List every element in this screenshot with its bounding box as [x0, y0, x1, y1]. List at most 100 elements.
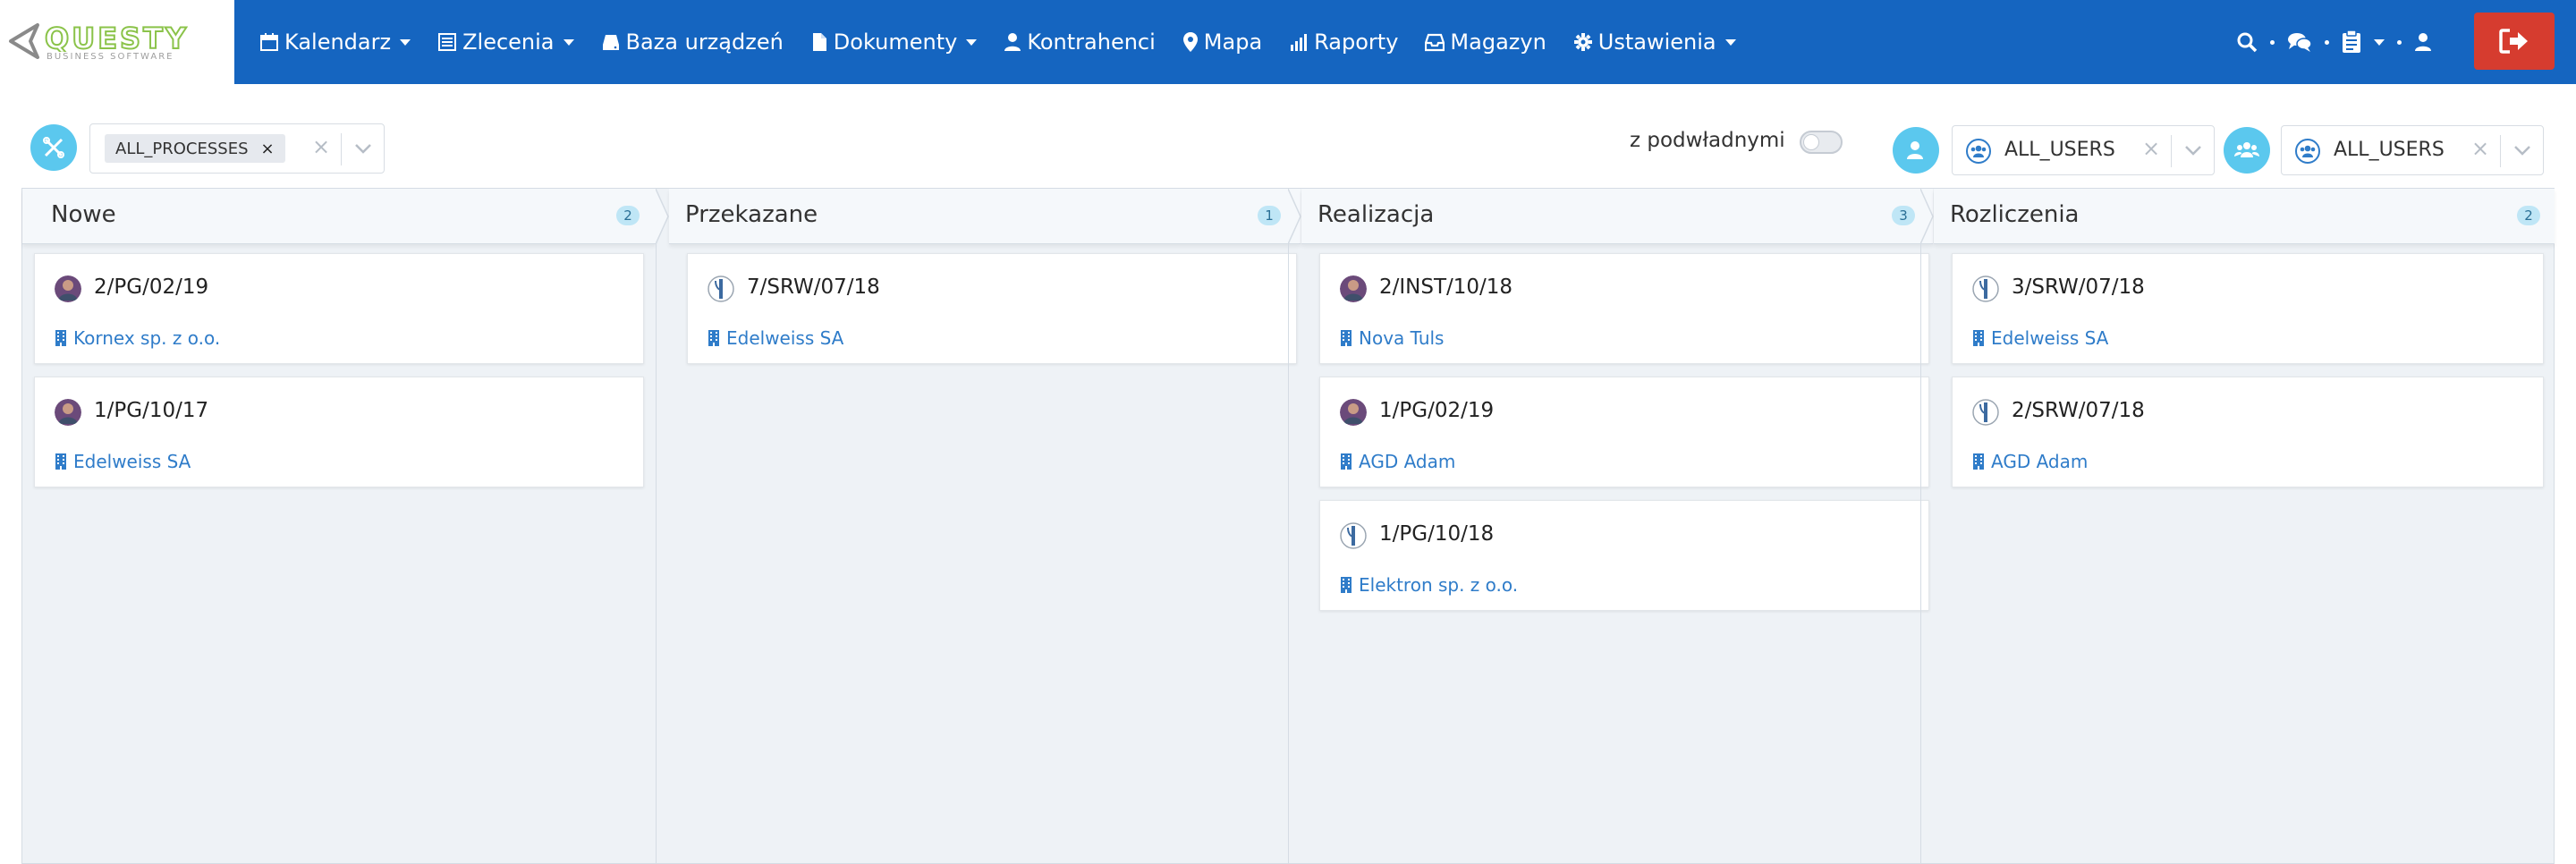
logout-button[interactable]: [2474, 13, 2555, 70]
order-card[interactable]: 1/PG/02/19 AGD Adam: [1319, 377, 1929, 487]
nav-raporty[interactable]: Raporty: [1289, 30, 1398, 55]
order-card[interactable]: 2/PG/02/19 Kornex sp. z o.o.: [34, 253, 644, 364]
building-icon: [1340, 576, 1352, 594]
list-icon: [437, 32, 457, 52]
kanban-board: Nowe 2 2/PG/02/19 Kornex sp. z o.o. 1/PG…: [21, 188, 2555, 864]
nav-kontrahenci[interactable]: Kontrahenci: [1004, 30, 1156, 55]
building-icon: [55, 453, 67, 470]
client-name: AGD Adam: [1991, 451, 2089, 472]
separator-dot: [2397, 39, 2402, 45]
map-marker-icon: [1182, 31, 1199, 53]
comments-icon[interactable]: [2287, 31, 2312, 53]
user-profile-icon[interactable]: [2414, 32, 2432, 52]
toggle-knob: [1803, 134, 1819, 150]
column-title: Nowe: [51, 201, 116, 228]
nav-label: Zlecenia: [462, 30, 555, 55]
count-badge: 2: [2517, 206, 2540, 225]
nav-zlecenia[interactable]: Zlecenia: [437, 30, 574, 55]
remove-chip-icon[interactable]: ×: [261, 140, 275, 158]
column-rozliczenia: Rozliczenia 2 3/SRW/07/18 Edelweiss SA 2…: [1921, 189, 2555, 864]
order-number: 7/SRW/07/18: [747, 275, 880, 299]
process-chip: ALL_PROCESSES ×: [105, 134, 285, 163]
hdd-icon: [601, 32, 621, 52]
avatar: [55, 399, 81, 426]
main-menu: Kalendarz Zlecenia Baza urządzeń Dokumen…: [259, 0, 1763, 84]
order-number: 1/PG/02/19: [1379, 399, 1495, 422]
building-icon: [55, 329, 67, 347]
client-link[interactable]: Edelweiss SA: [55, 451, 191, 472]
column-header: Przekazane 1: [669, 189, 1301, 244]
client-link[interactable]: Edelweiss SA: [1972, 327, 2108, 349]
subordinates-label: z podwładnymi: [1630, 129, 1785, 152]
count-badge: 3: [1892, 206, 1915, 225]
caret-down-icon[interactable]: [2374, 38, 2385, 46]
calendar-icon: [259, 32, 279, 52]
order-number: 2/SRW/07/18: [2012, 399, 2145, 422]
client-name: Kornex sp. z o.o.: [73, 327, 221, 349]
nav-magazyn[interactable]: Magazyn: [1425, 30, 1546, 55]
user-filter-button[interactable]: [1893, 127, 1939, 174]
clipboard-icon[interactable]: [2342, 30, 2361, 54]
header-tools: [2236, 0, 2445, 84]
nav-dokumenty[interactable]: Dokumenty: [810, 30, 978, 55]
order-card[interactable]: 1/PG/10/18 Elektron sp. z o.o.: [1319, 500, 1929, 611]
chevron-down-icon[interactable]: [2183, 142, 2203, 158]
avatar: [708, 275, 734, 302]
logo-icon: [9, 23, 39, 59]
users-icon: [1966, 139, 1991, 164]
order-card[interactable]: 1/PG/10/17 Edelweiss SA: [34, 377, 644, 487]
client-name: Edelweiss SA: [1991, 327, 2109, 349]
building-icon: [1972, 453, 1985, 470]
avatar: [1972, 275, 1999, 302]
separator-dot: [2270, 39, 2275, 45]
nav-baza-urzadzen[interactable]: Baza urządzeń: [601, 30, 784, 55]
order-card[interactable]: 2/SRW/07/18 AGD Adam: [1952, 377, 2544, 487]
avatar: [1340, 522, 1367, 549]
user-select-1-value: ALL_USERS: [2004, 139, 2115, 161]
building-icon: [1972, 329, 1985, 347]
client-name: Edelweiss SA: [726, 327, 844, 349]
filter-bar: ALL_PROCESSES × × z podwładnymi ALL_USER…: [0, 84, 2576, 188]
group-filter-button[interactable]: [2224, 127, 2270, 174]
top-navbar: QUESTY BUSINESS SOFTWARE Kalendarz Zlece…: [0, 0, 2576, 84]
column-nowe: Nowe 2 2/PG/02/19 Kornex sp. z o.o. 1/PG…: [22, 189, 656, 864]
client-link[interactable]: AGD Adam: [1340, 451, 1455, 472]
nav-ustawienia[interactable]: Ustawienia: [1573, 30, 1736, 55]
chevron-down-icon[interactable]: [353, 140, 373, 157]
logo[interactable]: QUESTY BUSINESS SOFTWARE: [0, 0, 234, 84]
process-filter-button[interactable]: [30, 124, 77, 171]
nav-label: Mapa: [1203, 30, 1263, 55]
order-card[interactable]: 7/SRW/07/18 Edelweiss SA: [687, 253, 1297, 364]
client-link[interactable]: Elektron sp. z o.o.: [1340, 574, 1518, 596]
process-select[interactable]: ALL_PROCESSES × ×: [89, 123, 385, 174]
order-card[interactable]: 2/INST/10/18 Nova Tuls: [1319, 253, 1929, 364]
search-icon[interactable]: [2236, 31, 2258, 53]
user-edit-icon: [1907, 141, 1923, 159]
order-number: 2/INST/10/18: [1379, 275, 1513, 299]
order-card[interactable]: 3/SRW/07/18 Edelweiss SA: [1952, 253, 2544, 364]
column-header: Rozliczenia 2: [1934, 189, 2555, 244]
clear-icon[interactable]: ×: [2142, 136, 2160, 161]
client-name: Edelweiss SA: [73, 451, 191, 472]
clear-icon[interactable]: ×: [312, 134, 330, 159]
subordinates-toggle[interactable]: [1800, 131, 1843, 154]
nav-mapa[interactable]: Mapa: [1182, 30, 1262, 55]
avatar: [1972, 399, 1999, 426]
chevron-down-icon[interactable]: [2512, 142, 2532, 158]
users-icon: [2295, 139, 2320, 164]
column-realizacja: Realizacja 3 2/INST/10/18 Nova Tuls 1/PG…: [1289, 189, 1933, 864]
client-link[interactable]: Edelweiss SA: [708, 327, 843, 349]
user-select-2[interactable]: ALL_USERS ×: [2281, 125, 2544, 175]
user-select-1[interactable]: ALL_USERS ×: [1952, 125, 2215, 175]
nav-kalendarz[interactable]: Kalendarz: [259, 30, 411, 55]
clear-icon[interactable]: ×: [2471, 136, 2489, 161]
logo-subtitle: BUSINESS SOFTWARE: [47, 52, 174, 62]
client-link[interactable]: Kornex sp. z o.o.: [55, 327, 220, 349]
nav-label: Ustawienia: [1597, 30, 1716, 55]
building-icon: [1340, 329, 1352, 347]
client-link[interactable]: AGD Adam: [1972, 451, 2088, 472]
building-icon: [708, 329, 720, 347]
client-link[interactable]: Nova Tuls: [1340, 327, 1444, 349]
client-name: Elektron sp. z o.o.: [1359, 574, 1519, 596]
user-icon: [1004, 32, 1021, 52]
